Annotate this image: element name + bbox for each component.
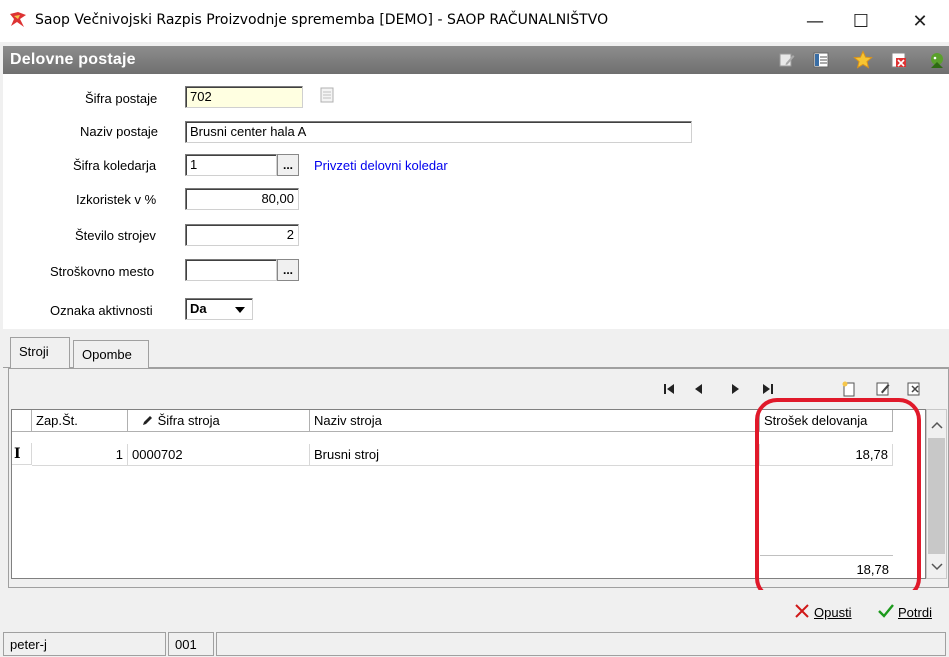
row-1-naziv-stroja[interactable]: Brusni stroj (310, 444, 760, 466)
edit-record-icon[interactable] (872, 378, 894, 400)
col-header-zap-st[interactable]: Zap.Št. (32, 410, 128, 432)
edit-note-icon[interactable] (776, 50, 798, 70)
favorite-star-icon[interactable] (852, 50, 874, 70)
izkoristek-label: Izkoristek v % (76, 192, 157, 207)
saop-logo-icon (8, 10, 28, 30)
stroskovno-mesto-field[interactable] (185, 259, 277, 281)
row-1-sifra-stroja[interactable]: 0000702 (128, 444, 310, 466)
scroll-up-icon[interactable] (931, 418, 943, 429)
stroskovno-mesto-label: Stroškovno mesto (50, 264, 155, 279)
tab-stroji-label: Stroji (19, 344, 49, 359)
cancel-button[interactable]: Opusti (794, 601, 852, 623)
naziv-postaje-field[interactable]: Brusni center hala A (185, 121, 692, 143)
stroskovno-mesto-lookup-button[interactable]: ... (277, 259, 299, 281)
strosek-total: 18,78 (856, 562, 889, 577)
koledar-lookup-button[interactable]: ... (277, 154, 299, 176)
stevilo-strojev-label: Število strojev (75, 228, 156, 243)
sifra-postaje-label: Šifra postaje (85, 91, 158, 106)
close-document-icon[interactable] (888, 50, 910, 70)
sifra-postaje-field[interactable]: 702 (185, 86, 303, 108)
row-indicator-header (12, 410, 32, 432)
first-record-icon[interactable] (658, 378, 680, 400)
izkoristek-field[interactable]: 80,00 (185, 188, 299, 210)
status-message (216, 632, 946, 656)
oznaka-aktivnosti-label: Oznaka aktivnosti (50, 303, 153, 318)
row-1-strosek-delovanja[interactable]: 18,78 (760, 444, 893, 466)
list-view-icon[interactable] (810, 50, 832, 70)
stevilo-strojev-field[interactable]: 2 (185, 224, 299, 246)
section-header (3, 46, 949, 74)
cross-icon (794, 603, 810, 622)
minimize-button[interactable]: — (792, 7, 838, 35)
delete-record-icon[interactable] (903, 378, 925, 400)
col-header-sifra-stroja-label: Šifra stroja (157, 413, 220, 428)
status-code: 001 (168, 632, 214, 656)
close-button[interactable]: ✕ (897, 7, 943, 35)
next-record-icon[interactable] (724, 378, 746, 400)
tab-opombe-label: Opombe (82, 347, 132, 362)
totals-separator (760, 555, 893, 556)
sifra-koledarja-label: Šifra koledarja (73, 158, 157, 173)
tab-stroji[interactable]: Stroji (10, 337, 70, 368)
col-header-naziv-stroja[interactable]: Naziv stroja (310, 410, 760, 432)
scrollbar-thumb[interactable] (928, 438, 945, 554)
stroji-grid[interactable] (11, 409, 926, 579)
sifra-koledarja-field[interactable]: 1 (185, 154, 277, 176)
section-title: Delovne postaje (10, 51, 136, 68)
previous-record-icon[interactable] (688, 378, 710, 400)
chevron-down-icon[interactable] (231, 302, 249, 318)
naziv-postaje-label: Naziv postaje (80, 124, 159, 139)
maximize-button[interactable]: ☐ (838, 7, 884, 35)
confirm-button[interactable]: Potrdi (878, 601, 932, 623)
confirm-button-label: Potrdi (898, 604, 932, 620)
oznaka-aktivnosti-value: Da (190, 301, 207, 316)
window-title: Saop Večnivojski Razpis Proizvodnje spre… (35, 12, 609, 28)
row-1-zap-st[interactable]: 1 (32, 444, 128, 466)
tab-opombe[interactable]: Opombe (73, 340, 149, 368)
exit-icon[interactable] (926, 50, 948, 70)
checkmark-icon (878, 603, 894, 622)
cancel-button-label: Opusti (814, 604, 852, 620)
scroll-down-icon[interactable] (931, 560, 943, 571)
lookup-icon[interactable] (318, 86, 336, 106)
row-cursor-icon: I (12, 443, 32, 465)
privzeti-koledar-link[interactable]: Privzeti delovni koledar (314, 158, 448, 173)
status-user: peter-j (3, 632, 166, 656)
last-record-icon[interactable] (757, 378, 779, 400)
col-header-sifra-stroja[interactable]: Šifra stroja (128, 410, 310, 432)
pencil-icon (142, 414, 154, 429)
new-record-icon[interactable] (838, 378, 860, 400)
col-header-strosek-delovanja[interactable]: Strošek delovanja (760, 410, 893, 432)
